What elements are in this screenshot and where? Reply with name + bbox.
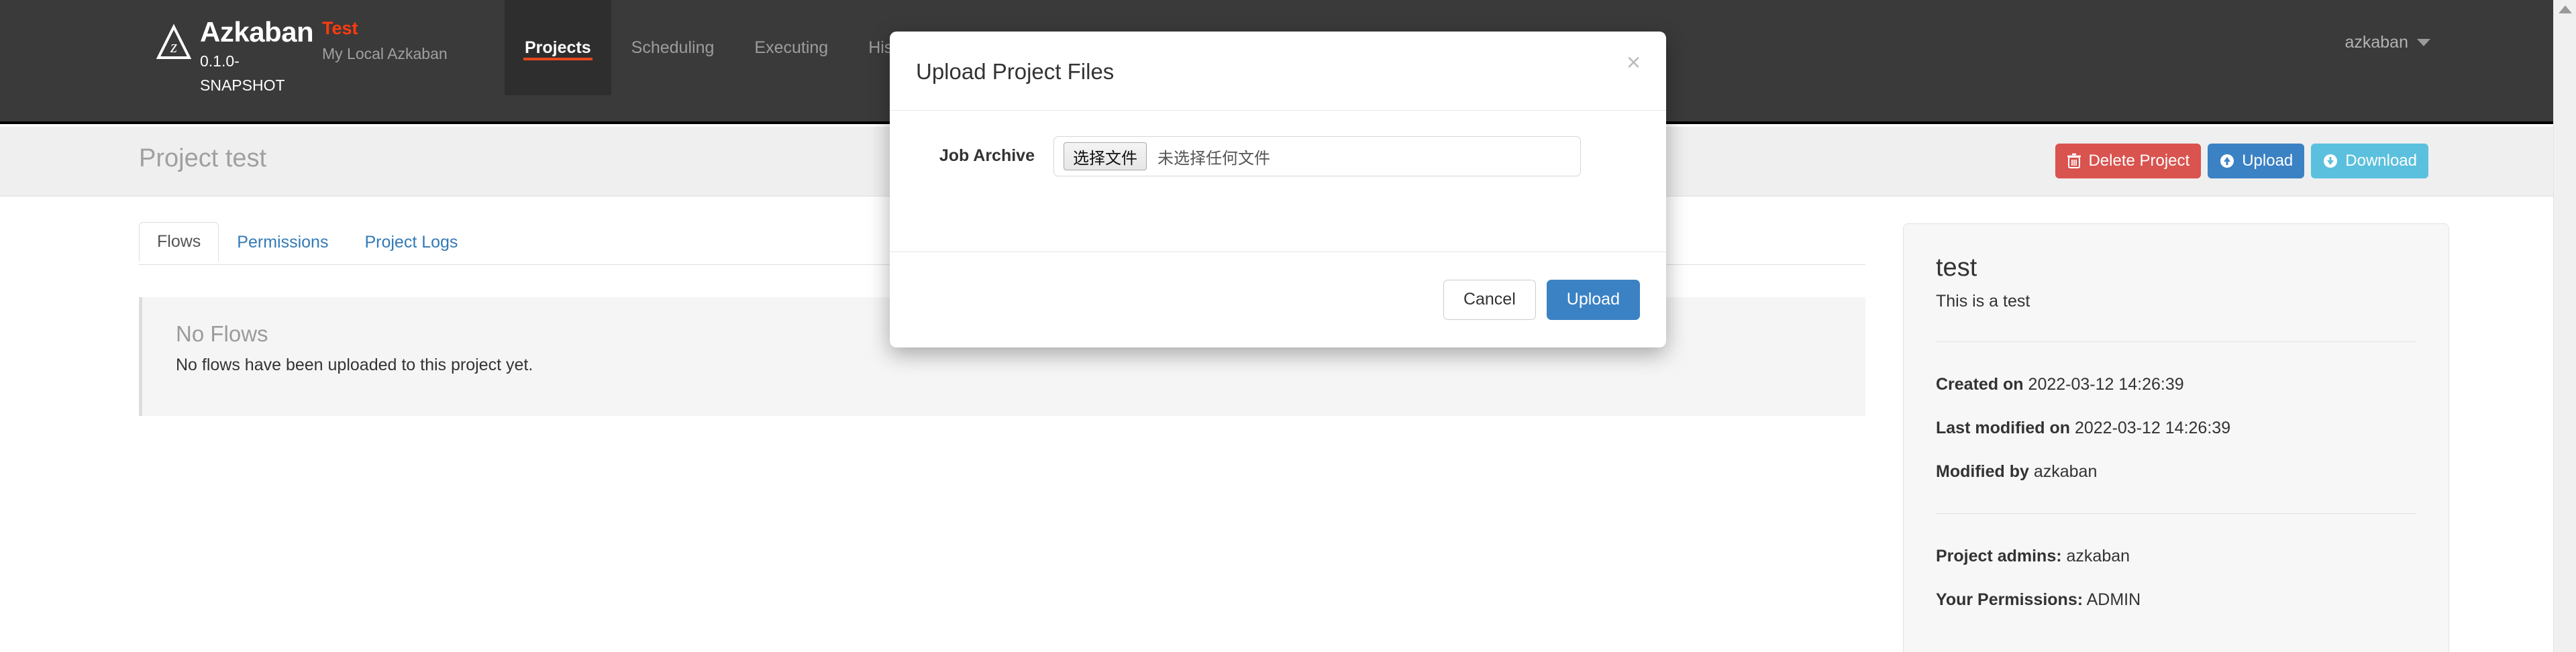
project-action-buttons: Delete Project Upload Download bbox=[2055, 144, 2428, 178]
permission-label: Project admins: bbox=[1936, 546, 2062, 565]
permission-value: azkaban bbox=[2066, 546, 2130, 565]
chevron-down-icon bbox=[2417, 39, 2430, 46]
brand-block[interactable]: z Azkaban 0.1.0-SNAPSHOT Test My Local A… bbox=[156, 17, 448, 97]
nav-item-label: Executing bbox=[754, 38, 829, 57]
brand-env-label: Test bbox=[322, 18, 358, 38]
tab-project-logs[interactable]: Project Logs bbox=[346, 223, 476, 262]
nav-item-executing[interactable]: Executing bbox=[734, 0, 848, 95]
download-label: Download bbox=[2345, 152, 2417, 170]
page-scrollbar[interactable] bbox=[2553, 0, 2576, 652]
job-archive-label: Job Archive bbox=[939, 146, 1035, 165]
meta-label: Created on bbox=[1936, 374, 2024, 394]
meta-value: azkaban bbox=[2033, 462, 2098, 482]
azkaban-logo-icon: z bbox=[156, 23, 192, 62]
tab-permissions[interactable]: Permissions bbox=[219, 223, 346, 262]
close-icon[interactable]: × bbox=[1627, 50, 1641, 74]
meta-last-modified-on: Last modified on 2022-03-12 14:26:39 bbox=[1936, 418, 2416, 439]
permission-label: Your Permissions: bbox=[1936, 590, 2083, 609]
meta-label: Modified by bbox=[1936, 462, 2029, 482]
nav-active-underline bbox=[523, 58, 593, 60]
svg-text:z: z bbox=[170, 37, 177, 56]
modal-title: Upload Project Files bbox=[916, 59, 1115, 84]
upload-project-files-modal: Upload Project Files × Job Archive 选择文件 … bbox=[890, 32, 1666, 347]
meta-value: 2022-03-12 14:26:39 bbox=[2028, 374, 2184, 394]
card-divider-2 bbox=[1936, 512, 2416, 514]
brand-title: Azkaban bbox=[200, 16, 314, 48]
tab-label: Permissions bbox=[237, 233, 329, 252]
scroll-up-arrow-icon[interactable] bbox=[2559, 5, 2572, 13]
upload-button[interactable]: Upload bbox=[2208, 144, 2305, 178]
file-status-text: 未选择任何文件 bbox=[1157, 149, 1270, 168]
meta-value: 2022-03-12 14:26:39 bbox=[2074, 419, 2231, 438]
cancel-button[interactable]: Cancel bbox=[1443, 279, 1536, 320]
delete-project-label: Delete Project bbox=[2088, 152, 2190, 170]
modal-body: Job Archive 选择文件 未选择任何文件 bbox=[890, 111, 1666, 252]
nav-item-label: Scheduling bbox=[631, 38, 715, 57]
project-tabs: Flows Permissions Project Logs bbox=[139, 221, 476, 262]
project-summary-card: test This is a test Created on 2022-03-1… bbox=[1903, 223, 2449, 652]
modal-footer: Cancel Upload bbox=[890, 252, 1666, 347]
modal-header: Upload Project Files × bbox=[890, 32, 1666, 111]
delete-project-button[interactable]: Delete Project bbox=[2055, 144, 2202, 178]
card-divider-1 bbox=[1936, 341, 2416, 342]
tab-flows[interactable]: Flows bbox=[139, 222, 219, 262]
tab-label: Flows bbox=[157, 232, 201, 251]
modal-upload-button[interactable]: Upload bbox=[1546, 279, 1640, 320]
project-admins-row: Project admins: azkaban bbox=[1936, 546, 2416, 567]
project-name: test bbox=[1936, 254, 1977, 282]
user-menu-label: azkaban bbox=[2345, 33, 2408, 52]
project-description: This is a test bbox=[1936, 291, 2030, 311]
nav-items: Projects Scheduling Executing History bbox=[505, 0, 941, 95]
nav-item-projects[interactable]: Projects bbox=[505, 0, 611, 95]
meta-created-on: Created on 2022-03-12 14:26:39 bbox=[1936, 374, 2416, 395]
user-menu[interactable]: azkaban bbox=[2345, 33, 2430, 52]
nav-item-label: Projects bbox=[525, 38, 591, 57]
page-title: Project test bbox=[139, 144, 267, 172]
permission-value: ADMIN bbox=[2086, 590, 2141, 609]
tab-label: Project Logs bbox=[364, 233, 458, 252]
brand-version: 0.1.0-SNAPSHOT bbox=[200, 52, 285, 94]
your-permissions-row: Your Permissions: ADMIN bbox=[1936, 590, 2416, 610]
no-flows-message: No flows have been uploaded to this proj… bbox=[176, 356, 533, 375]
trash-icon bbox=[2067, 153, 2081, 169]
upload-label: Upload bbox=[2242, 152, 2294, 170]
choose-file-button[interactable]: 选择文件 bbox=[1064, 142, 1147, 170]
job-archive-file-input[interactable]: 选择文件 未选择任何文件 bbox=[1053, 136, 1581, 176]
meta-label: Last modified on bbox=[1936, 419, 2070, 438]
download-button[interactable]: Download bbox=[2311, 144, 2428, 178]
nav-item-scheduling[interactable]: Scheduling bbox=[611, 0, 735, 95]
arrow-down-circle-icon bbox=[2322, 153, 2338, 169]
meta-modified-by: Modified by azkaban bbox=[1936, 461, 2416, 482]
brand-env-description: My Local Azkaban bbox=[322, 44, 448, 62]
arrow-up-circle-icon bbox=[2219, 153, 2235, 169]
